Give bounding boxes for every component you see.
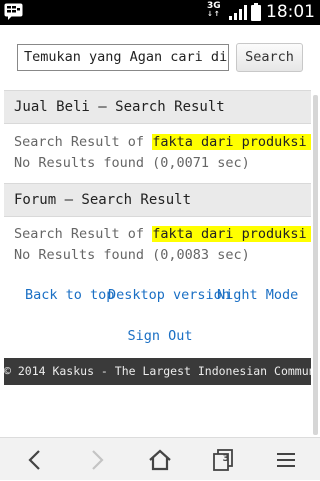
browser-toolbar: 3 — [0, 437, 320, 480]
desktop-version-link[interactable]: Desktop version — [108, 283, 230, 307]
no-results-status: No Results found (0,0071 sec) — [14, 155, 250, 171]
forward-button[interactable] — [65, 438, 129, 481]
menu-button[interactable] — [254, 438, 318, 481]
section-header-jual-beli: Jual Beli — Search Result — [4, 90, 311, 124]
forward-icon — [92, 449, 104, 470]
menu-icon — [277, 452, 295, 467]
tabs-count: 3 — [222, 453, 230, 464]
search-form: Temukan yang Agan cari disini... Search — [17, 43, 303, 73]
section-body-jual-beli: Search Result of fakta dari produksi fil… — [4, 132, 311, 174]
tabs-button[interactable]: 3 — [191, 438, 255, 481]
home-button[interactable] — [128, 438, 192, 481]
section-body-forum: Search Result of fakta dari produksi fil… — [4, 224, 311, 266]
clock: 18:01 — [266, 2, 315, 22]
search-button[interactable]: Search — [236, 43, 303, 72]
page-scrollbar[interactable] — [313, 95, 318, 435]
footer-links: Back to top Desktop version Night Mode — [4, 283, 311, 307]
search-input[interactable]: Temukan yang Agan cari disini... — [17, 44, 229, 71]
home-icon — [149, 449, 171, 470]
web-page[interactable]: Temukan yang Agan cari disini... Search … — [0, 25, 320, 437]
status-bar: 3G ↓↑ 18:01 — [0, 0, 320, 25]
result-prefix: Search Result of — [14, 134, 145, 150]
back-to-top-link[interactable]: Back to top — [25, 283, 114, 307]
search-query-highlight: fakta dari produksi film jav — [152, 226, 311, 242]
back-icon — [28, 449, 40, 470]
data-activity-icon: ↓↑ — [207, 10, 221, 18]
night-mode-link[interactable]: Night Mode — [217, 283, 298, 307]
network-type: 3G ↓↑ — [207, 1, 221, 18]
signal-icon — [229, 5, 247, 20]
battery-icon — [251, 3, 261, 21]
section-header-forum: Forum — Search Result — [4, 183, 311, 217]
sign-out-link[interactable]: Sign Out — [0, 325, 320, 347]
back-button[interactable] — [3, 438, 67, 481]
result-prefix: Search Result of — [14, 226, 145, 242]
search-result-line: Search Result of fakta dari produksi fil… — [14, 132, 311, 153]
search-result-line: Search Result of fakta dari produksi fil… — [14, 224, 311, 245]
bbm-message-icon — [4, 3, 23, 20]
no-results-status: No Results found (0,0083 sec) — [14, 247, 250, 263]
search-query-highlight: fakta dari produksi film jav — [152, 134, 311, 150]
copyright-footer: © 2014 Kaskus - The Largest Indonesian C… — [4, 358, 311, 385]
